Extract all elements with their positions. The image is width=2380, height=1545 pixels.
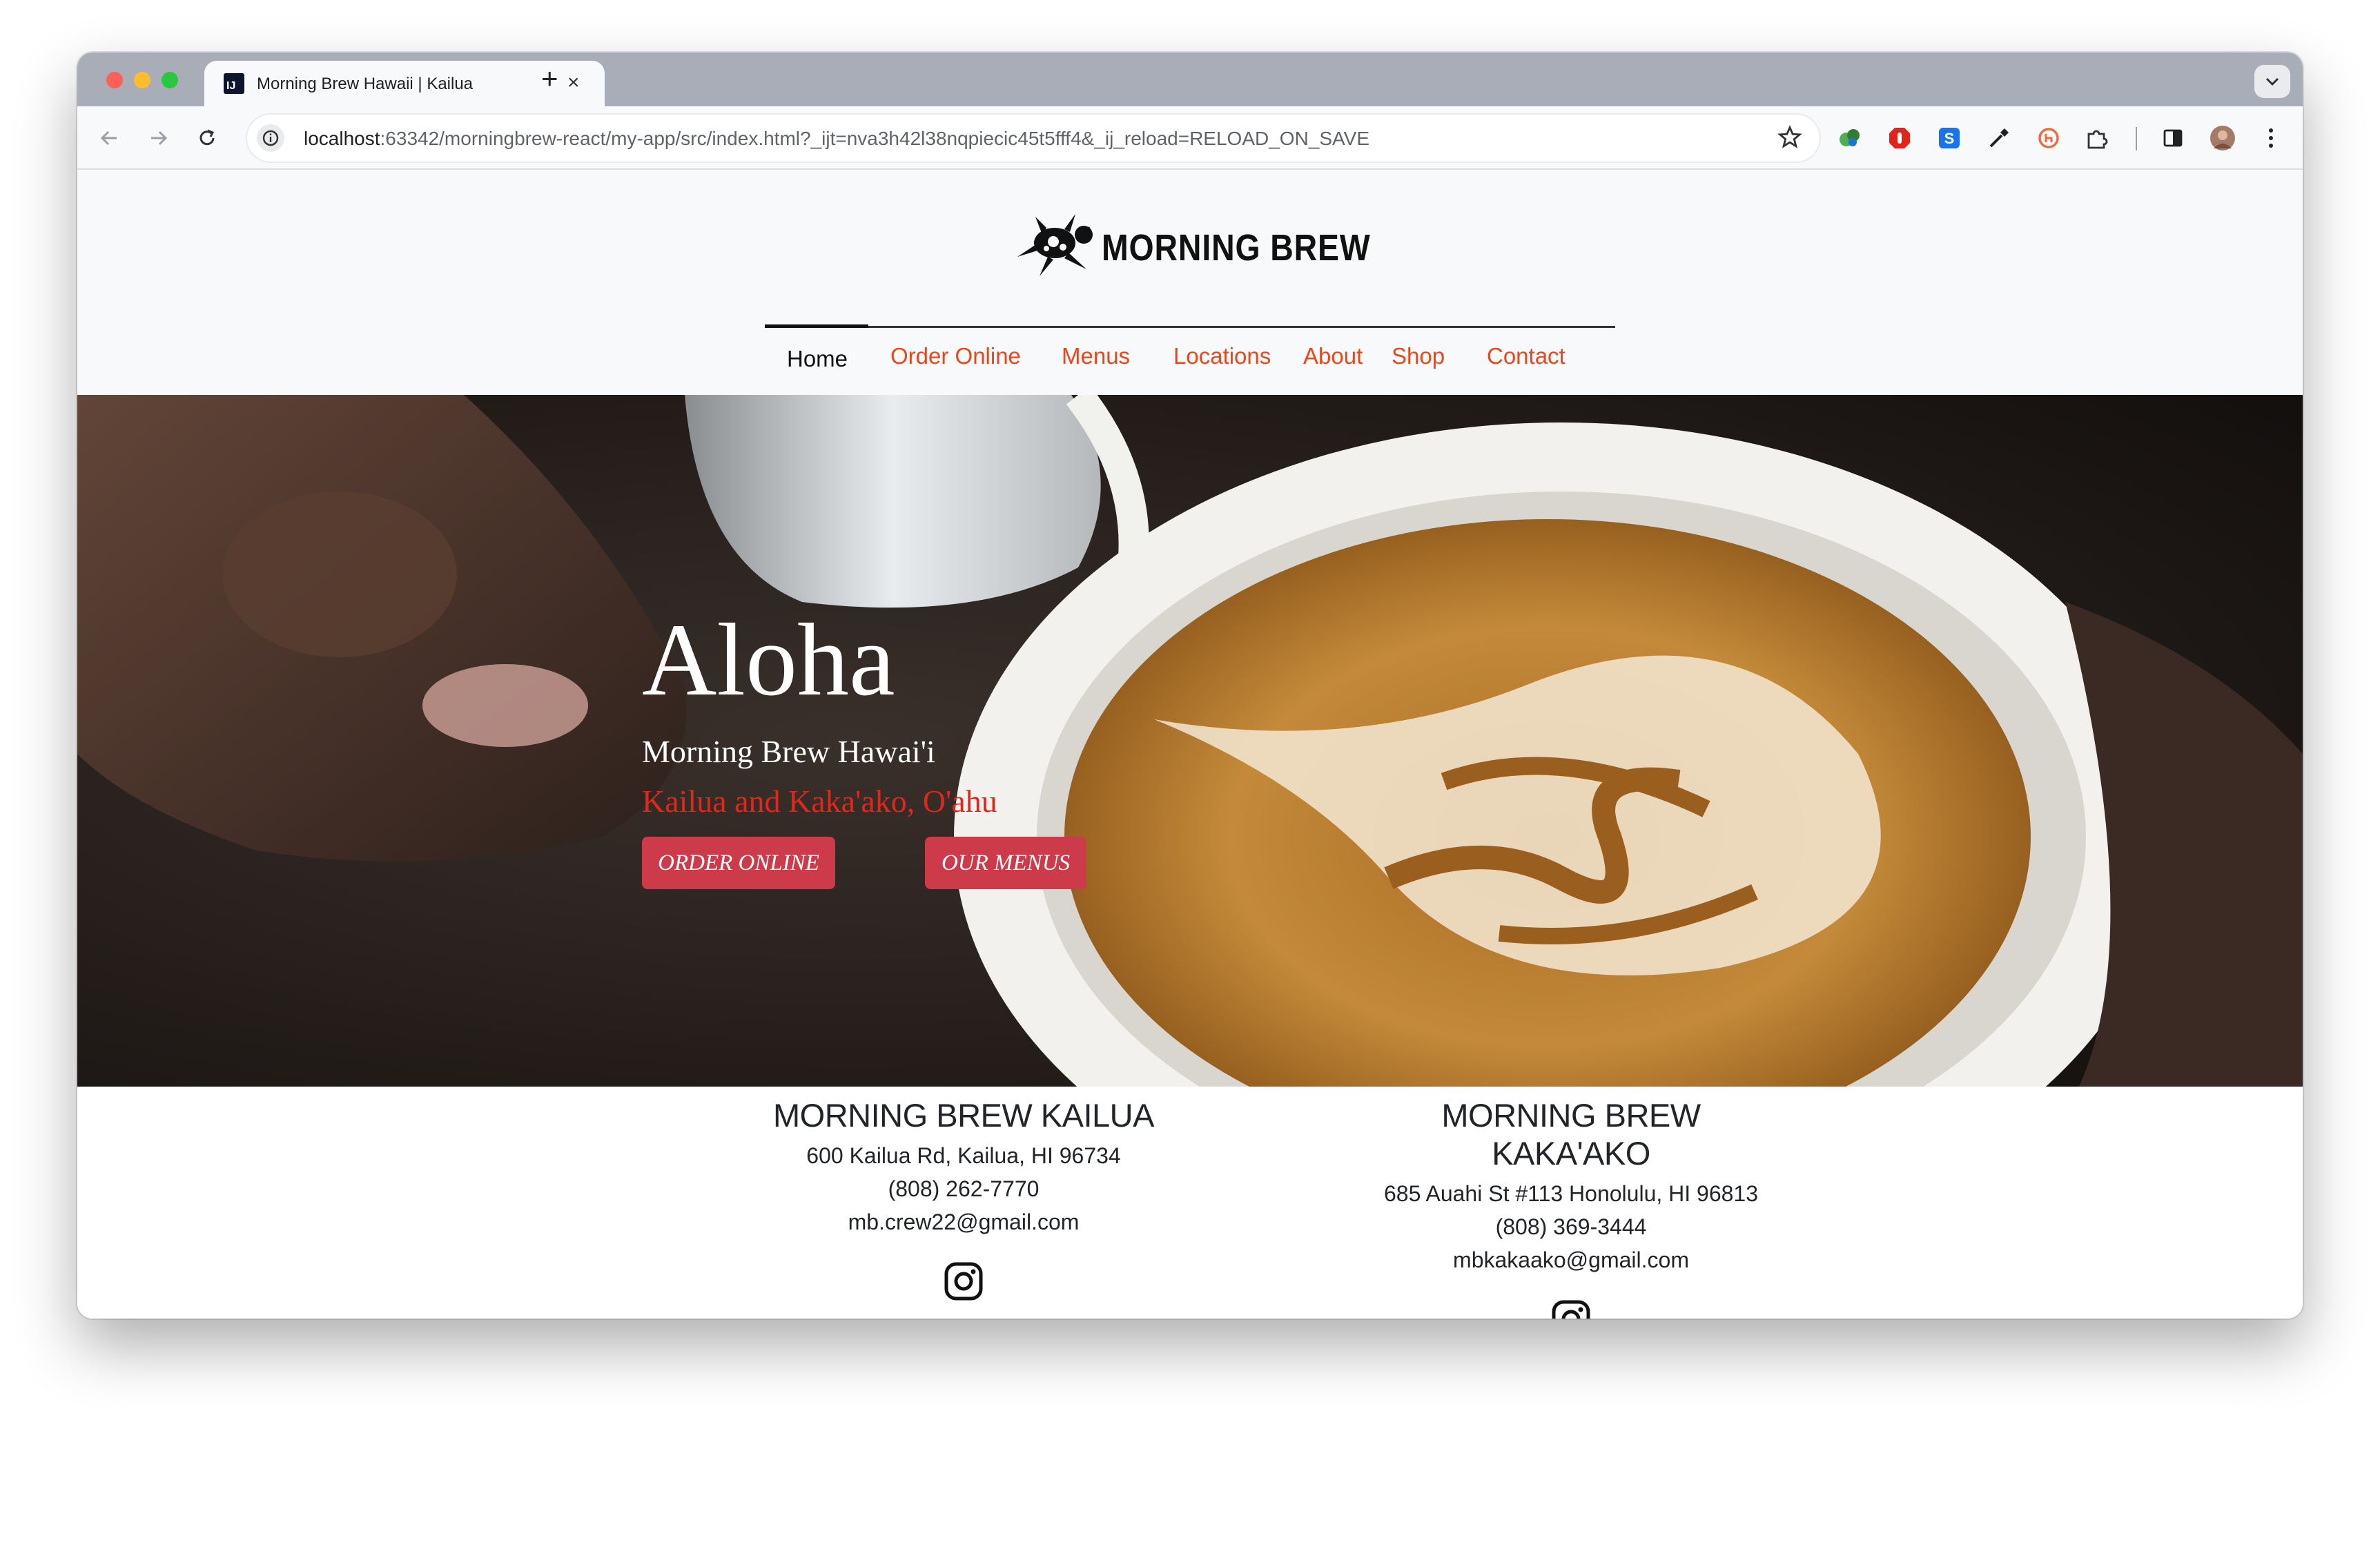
- hero-locations: Kailua and Kaka'ako, O'ahu: [642, 784, 997, 819]
- nav-order-online[interactable]: Order Online: [890, 343, 1021, 369]
- location-card-kailua: MORNING BREW KAILUA 600 Kailua Rd, Kailu…: [757, 1096, 1171, 1301]
- adblock-extension-icon[interactable]: [1886, 124, 1913, 152]
- tab-search-button[interactable]: [2254, 65, 2290, 98]
- tab-close-icon[interactable]: ×: [567, 70, 580, 95]
- location-address: 600 Kailua Rd, Kailua, HI 96734: [806, 1143, 1121, 1168]
- location-name: MORNING BREW KAILUA: [773, 1097, 1154, 1134]
- url-text[interactable]: localhost:63342/morningbrew-react/my-app…: [304, 128, 1369, 150]
- nav-menus[interactable]: Menus: [1062, 343, 1130, 369]
- back-arrow-icon: [100, 130, 117, 146]
- nav-active-indicator: [765, 324, 868, 328]
- side-panel-icon[interactable]: [2159, 124, 2187, 152]
- nav-home[interactable]: Home: [787, 346, 848, 372]
- reload-icon: [199, 129, 215, 146]
- site-header: MORNING BREW Home Order Online Menus Loc…: [77, 171, 2303, 395]
- new-tab-button[interactable]: +: [541, 58, 558, 99]
- url-path: :63342/morningbrew-react/my-app/src/inde…: [380, 128, 1369, 149]
- grammar-extension-icon[interactable]: [1836, 124, 1864, 152]
- svg-text:S: S: [1944, 130, 1955, 147]
- chevron-down-icon: [2265, 77, 2279, 86]
- forward-button[interactable]: [144, 123, 174, 153]
- location-email: mb.crew22@gmail.com: [848, 1209, 1080, 1234]
- tab-strip: IJ Morning Brew Hawaii | Kailua × +: [77, 52, 2303, 106]
- latte-art-photo: [77, 395, 2303, 1087]
- profile-avatar[interactable]: [2209, 124, 2236, 152]
- location-address: 685 Auahi St #113 Honolulu, HI 96813: [1383, 1181, 1759, 1206]
- location-card-kakaako: MORNING BREW KAKA'AKO 685 Auahi St #113 …: [1364, 1096, 1778, 1319]
- location-email: mbkakaako@gmail.com: [1453, 1247, 1689, 1272]
- nav-contact[interactable]: Contact: [1487, 343, 1565, 369]
- orange-extension-icon[interactable]: [2035, 124, 2062, 152]
- hero-subtitle: Morning Brew Hawai'i: [642, 734, 935, 769]
- nav-locations[interactable]: Locations: [1173, 343, 1271, 369]
- browser-toolbar: localhost:63342/morningbrew-react/my-app…: [77, 106, 2303, 170]
- minimize-window-button[interactable]: [134, 72, 150, 88]
- back-button[interactable]: [94, 123, 124, 153]
- bookmark-star-icon[interactable]: [1777, 124, 1803, 154]
- close-window-button[interactable]: [106, 72, 123, 88]
- zoom-window-button[interactable]: [162, 72, 178, 88]
- site-info-icon[interactable]: [257, 124, 284, 152]
- order-online-button[interactable]: ORDER ONLINE: [642, 837, 835, 889]
- location-phone: (808) 369-3444: [1495, 1214, 1647, 1239]
- address-bar[interactable]: localhost:63342/morningbrew-react/my-app…: [246, 113, 1821, 163]
- nav-about[interactable]: About: [1303, 343, 1363, 369]
- s-extension-icon[interactable]: S: [1935, 124, 1963, 152]
- browser-window: IJ Morning Brew Hawaii | Kailua × + loca…: [77, 52, 2303, 1319]
- intellij-favicon-icon: IJ: [224, 73, 244, 94]
- turtle-logo-icon: [1017, 214, 1093, 276]
- eyedropper-extension-icon[interactable]: [1985, 124, 2013, 152]
- web-page: MORNING BREW Home Order Online Menus Loc…: [77, 171, 2303, 1319]
- morning-brew-logo[interactable]: MORNING BREW: [1012, 207, 1371, 283]
- logo-wordmark: MORNING BREW: [1102, 227, 1371, 269]
- locations-section: MORNING BREW KAILUA 600 Kailua Rd, Kailu…: [77, 1087, 2303, 1319]
- forward-arrow-icon: [151, 130, 168, 146]
- puzzle-extension-icon[interactable]: [2083, 124, 2111, 152]
- location-name: MORNING BREW KAKA'AKO: [1441, 1097, 1701, 1172]
- instagram-icon[interactable]: [1551, 1299, 1591, 1319]
- hero-banner: Aloha Morning Brew Hawai'i Kailua and Ka…: [77, 395, 2303, 1087]
- tab-title: Morning Brew Hawaii | Kailua: [257, 75, 474, 93]
- url-host: localhost: [304, 128, 380, 149]
- reload-button[interactable]: [192, 123, 222, 153]
- toolbar-separator: [2136, 127, 2137, 150]
- kebab-menu-icon[interactable]: [2257, 124, 2285, 152]
- our-menus-button[interactable]: OUR MENUS: [925, 837, 1086, 889]
- main-nav: Home Order Online Menus Locations About …: [765, 324, 1615, 395]
- nav-shop[interactable]: Shop: [1392, 343, 1445, 369]
- instagram-icon[interactable]: [944, 1261, 984, 1301]
- location-phone: (808) 262-7770: [888, 1176, 1040, 1201]
- hero-title: Aloha: [642, 603, 895, 717]
